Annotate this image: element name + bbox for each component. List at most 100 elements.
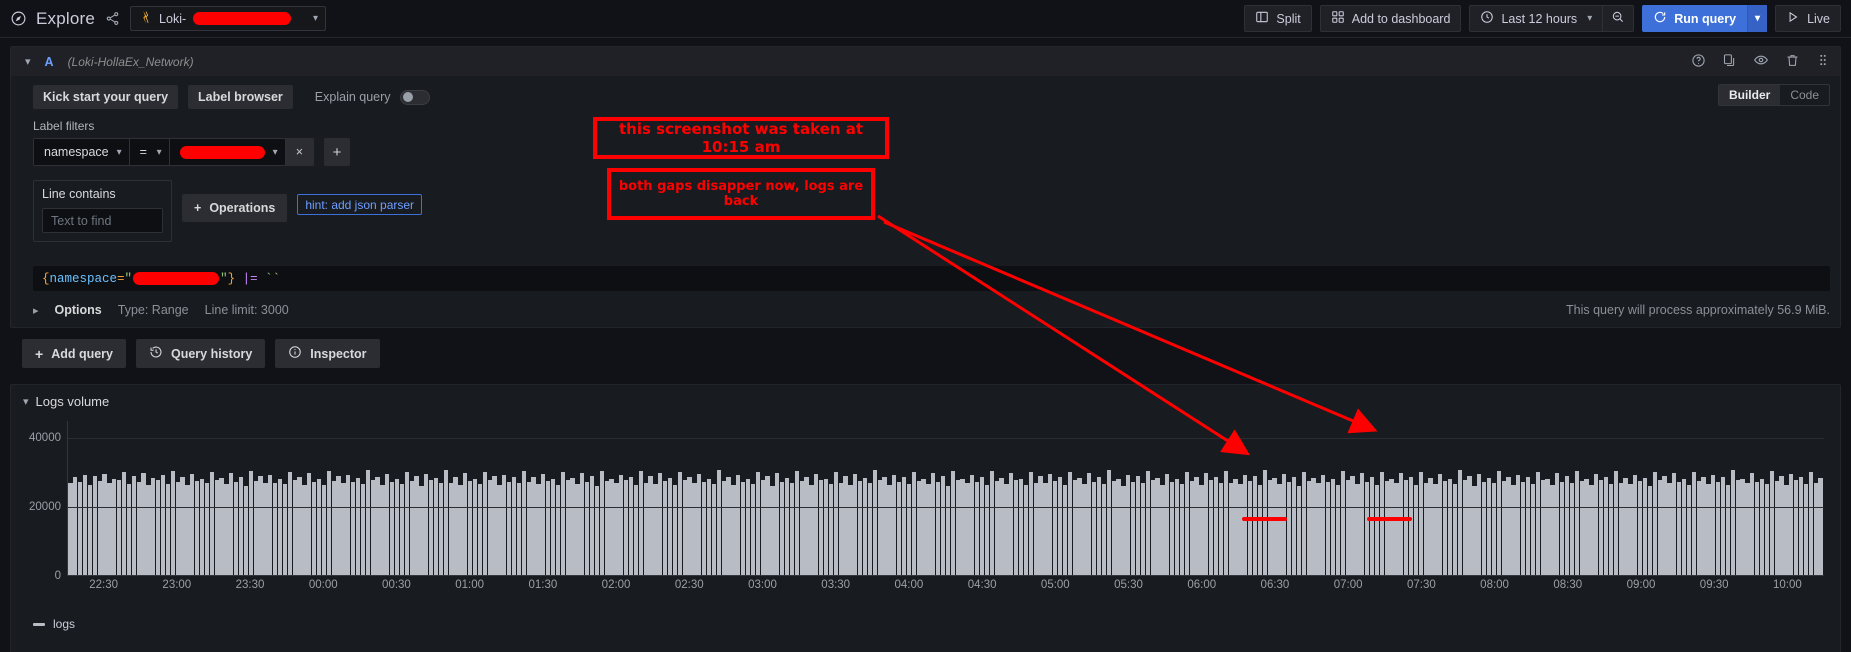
bar — [1340, 470, 1345, 575]
explain-query-control[interactable]: Explain query — [315, 89, 430, 105]
help-icon[interactable] — [1691, 53, 1706, 71]
x-tick-label: 09:30 — [1699, 579, 1729, 591]
json-parser-hint[interactable]: hint: add json parser — [297, 194, 423, 215]
bar — [1394, 483, 1399, 575]
bar — [770, 485, 775, 575]
bar — [433, 478, 439, 575]
options-type: Type: Range — [117, 303, 189, 317]
bar — [1053, 480, 1058, 575]
bar — [945, 485, 951, 575]
datasource-picker[interactable]: Loki- ▾ — [130, 6, 327, 31]
bar — [1404, 480, 1409, 575]
plot-area[interactable] — [67, 421, 1824, 576]
query-ref-id[interactable]: A — [45, 55, 54, 69]
bar — [1628, 483, 1633, 575]
bar — [302, 484, 307, 575]
line-contains-label: Line contains — [42, 187, 116, 201]
label-filter-group: namespace ▾ = ▾ ▾ × — [33, 138, 314, 166]
filter-value-select[interactable]: ▾ — [169, 138, 286, 166]
x-tick-label: 00:30 — [382, 579, 411, 591]
expand-options-chevron-icon[interactable]: ▸ — [33, 304, 39, 317]
operations-label: Operations — [209, 201, 276, 215]
bar — [146, 485, 151, 575]
kick-start-query-button[interactable]: Kick start your query — [33, 85, 179, 109]
time-range-picker[interactable]: Last 12 hours ▾ — [1469, 5, 1604, 32]
zoom-out-button[interactable] — [1603, 5, 1635, 32]
bar — [570, 477, 575, 575]
legend-label-logs[interactable]: logs — [53, 617, 75, 631]
add-to-dashboard-button[interactable]: Add to dashboard — [1319, 5, 1462, 32]
split-icon — [1255, 10, 1269, 27]
eye-icon[interactable] — [1753, 52, 1769, 71]
bar — [1111, 480, 1116, 575]
bar — [541, 473, 546, 575]
tab-code[interactable]: Code — [1780, 85, 1829, 105]
bar — [1516, 475, 1521, 575]
bar — [151, 477, 156, 575]
logs-volume-header[interactable]: ▾ Logs volume — [11, 385, 1840, 409]
y-tick-label: 0 — [54, 570, 61, 582]
bar — [633, 484, 639, 575]
tab-builder[interactable]: Builder — [1718, 85, 1781, 105]
bar — [594, 485, 600, 575]
bar — [1789, 474, 1794, 575]
bar — [555, 485, 561, 575]
bar — [1535, 472, 1540, 575]
bar — [580, 472, 585, 575]
bar — [1472, 485, 1477, 575]
x-tick-label: 06:30 — [1260, 579, 1290, 591]
bar — [112, 478, 117, 575]
options-label[interactable]: Options — [55, 303, 102, 317]
bar — [78, 481, 83, 575]
explain-query-toggle[interactable] — [399, 89, 430, 105]
bar — [438, 482, 444, 575]
trash-icon[interactable] — [1785, 53, 1800, 71]
bar — [414, 476, 419, 575]
raw-query-expression[interactable]: {namespace = " "} |= `` — [33, 266, 1830, 291]
copy-icon[interactable] — [1722, 53, 1737, 71]
bar — [1087, 473, 1092, 575]
bar — [599, 470, 604, 575]
bar — [682, 479, 687, 575]
bar — [565, 479, 570, 575]
split-label: Split — [1276, 11, 1301, 26]
label-browser-button[interactable]: Label browser — [188, 85, 293, 109]
gridline — [68, 507, 1824, 509]
time-range-label: Last 12 hours — [1501, 11, 1578, 26]
bar — [765, 476, 770, 575]
collapse-chevron-icon[interactable]: ▾ — [23, 395, 29, 408]
filter-key-select[interactable]: namespace ▾ — [33, 138, 130, 166]
remove-filter-button[interactable]: × — [285, 138, 314, 166]
bar — [507, 481, 512, 575]
query-options-row: ▸ Options Type: Range Line limit: 3000 T… — [33, 303, 1830, 327]
drag-handle-icon[interactable] — [1816, 53, 1830, 70]
operations-button[interactable]: + Operations — [182, 194, 288, 222]
bar — [463, 473, 468, 575]
builder-code-toggle[interactable]: Builder Code — [1717, 84, 1830, 106]
logs-volume-title: Logs volume — [35, 394, 110, 409]
bar — [882, 477, 887, 575]
bar — [1316, 482, 1321, 575]
run-query-interval-dropdown[interactable]: ▾ — [1747, 5, 1768, 32]
query-history-button[interactable]: Query history — [136, 339, 266, 368]
bar — [731, 485, 736, 575]
bar — [1711, 474, 1716, 575]
bar — [1272, 478, 1277, 575]
bar — [672, 485, 678, 575]
share-icon[interactable] — [105, 11, 120, 26]
inspector-label: Inspector — [310, 346, 367, 361]
live-button[interactable]: Live — [1775, 5, 1841, 32]
bar — [1511, 484, 1516, 575]
x-tick-label: 06:00 — [1187, 579, 1217, 591]
add-query-button[interactable]: + Add query — [22, 339, 126, 368]
bar — [185, 485, 190, 575]
expr-close-brace: } — [227, 271, 236, 286]
run-query-button[interactable]: Run query ▾ — [1642, 5, 1768, 32]
collapse-chevron-icon[interactable]: ▾ — [25, 55, 31, 68]
add-filter-button[interactable]: + — [324, 138, 350, 166]
inspector-button[interactable]: Inspector — [275, 339, 380, 368]
filter-operator-select[interactable]: = ▾ — [129, 138, 170, 166]
bar — [1779, 476, 1784, 575]
line-contains-input[interactable] — [42, 208, 163, 233]
split-button[interactable]: Split — [1244, 5, 1312, 32]
